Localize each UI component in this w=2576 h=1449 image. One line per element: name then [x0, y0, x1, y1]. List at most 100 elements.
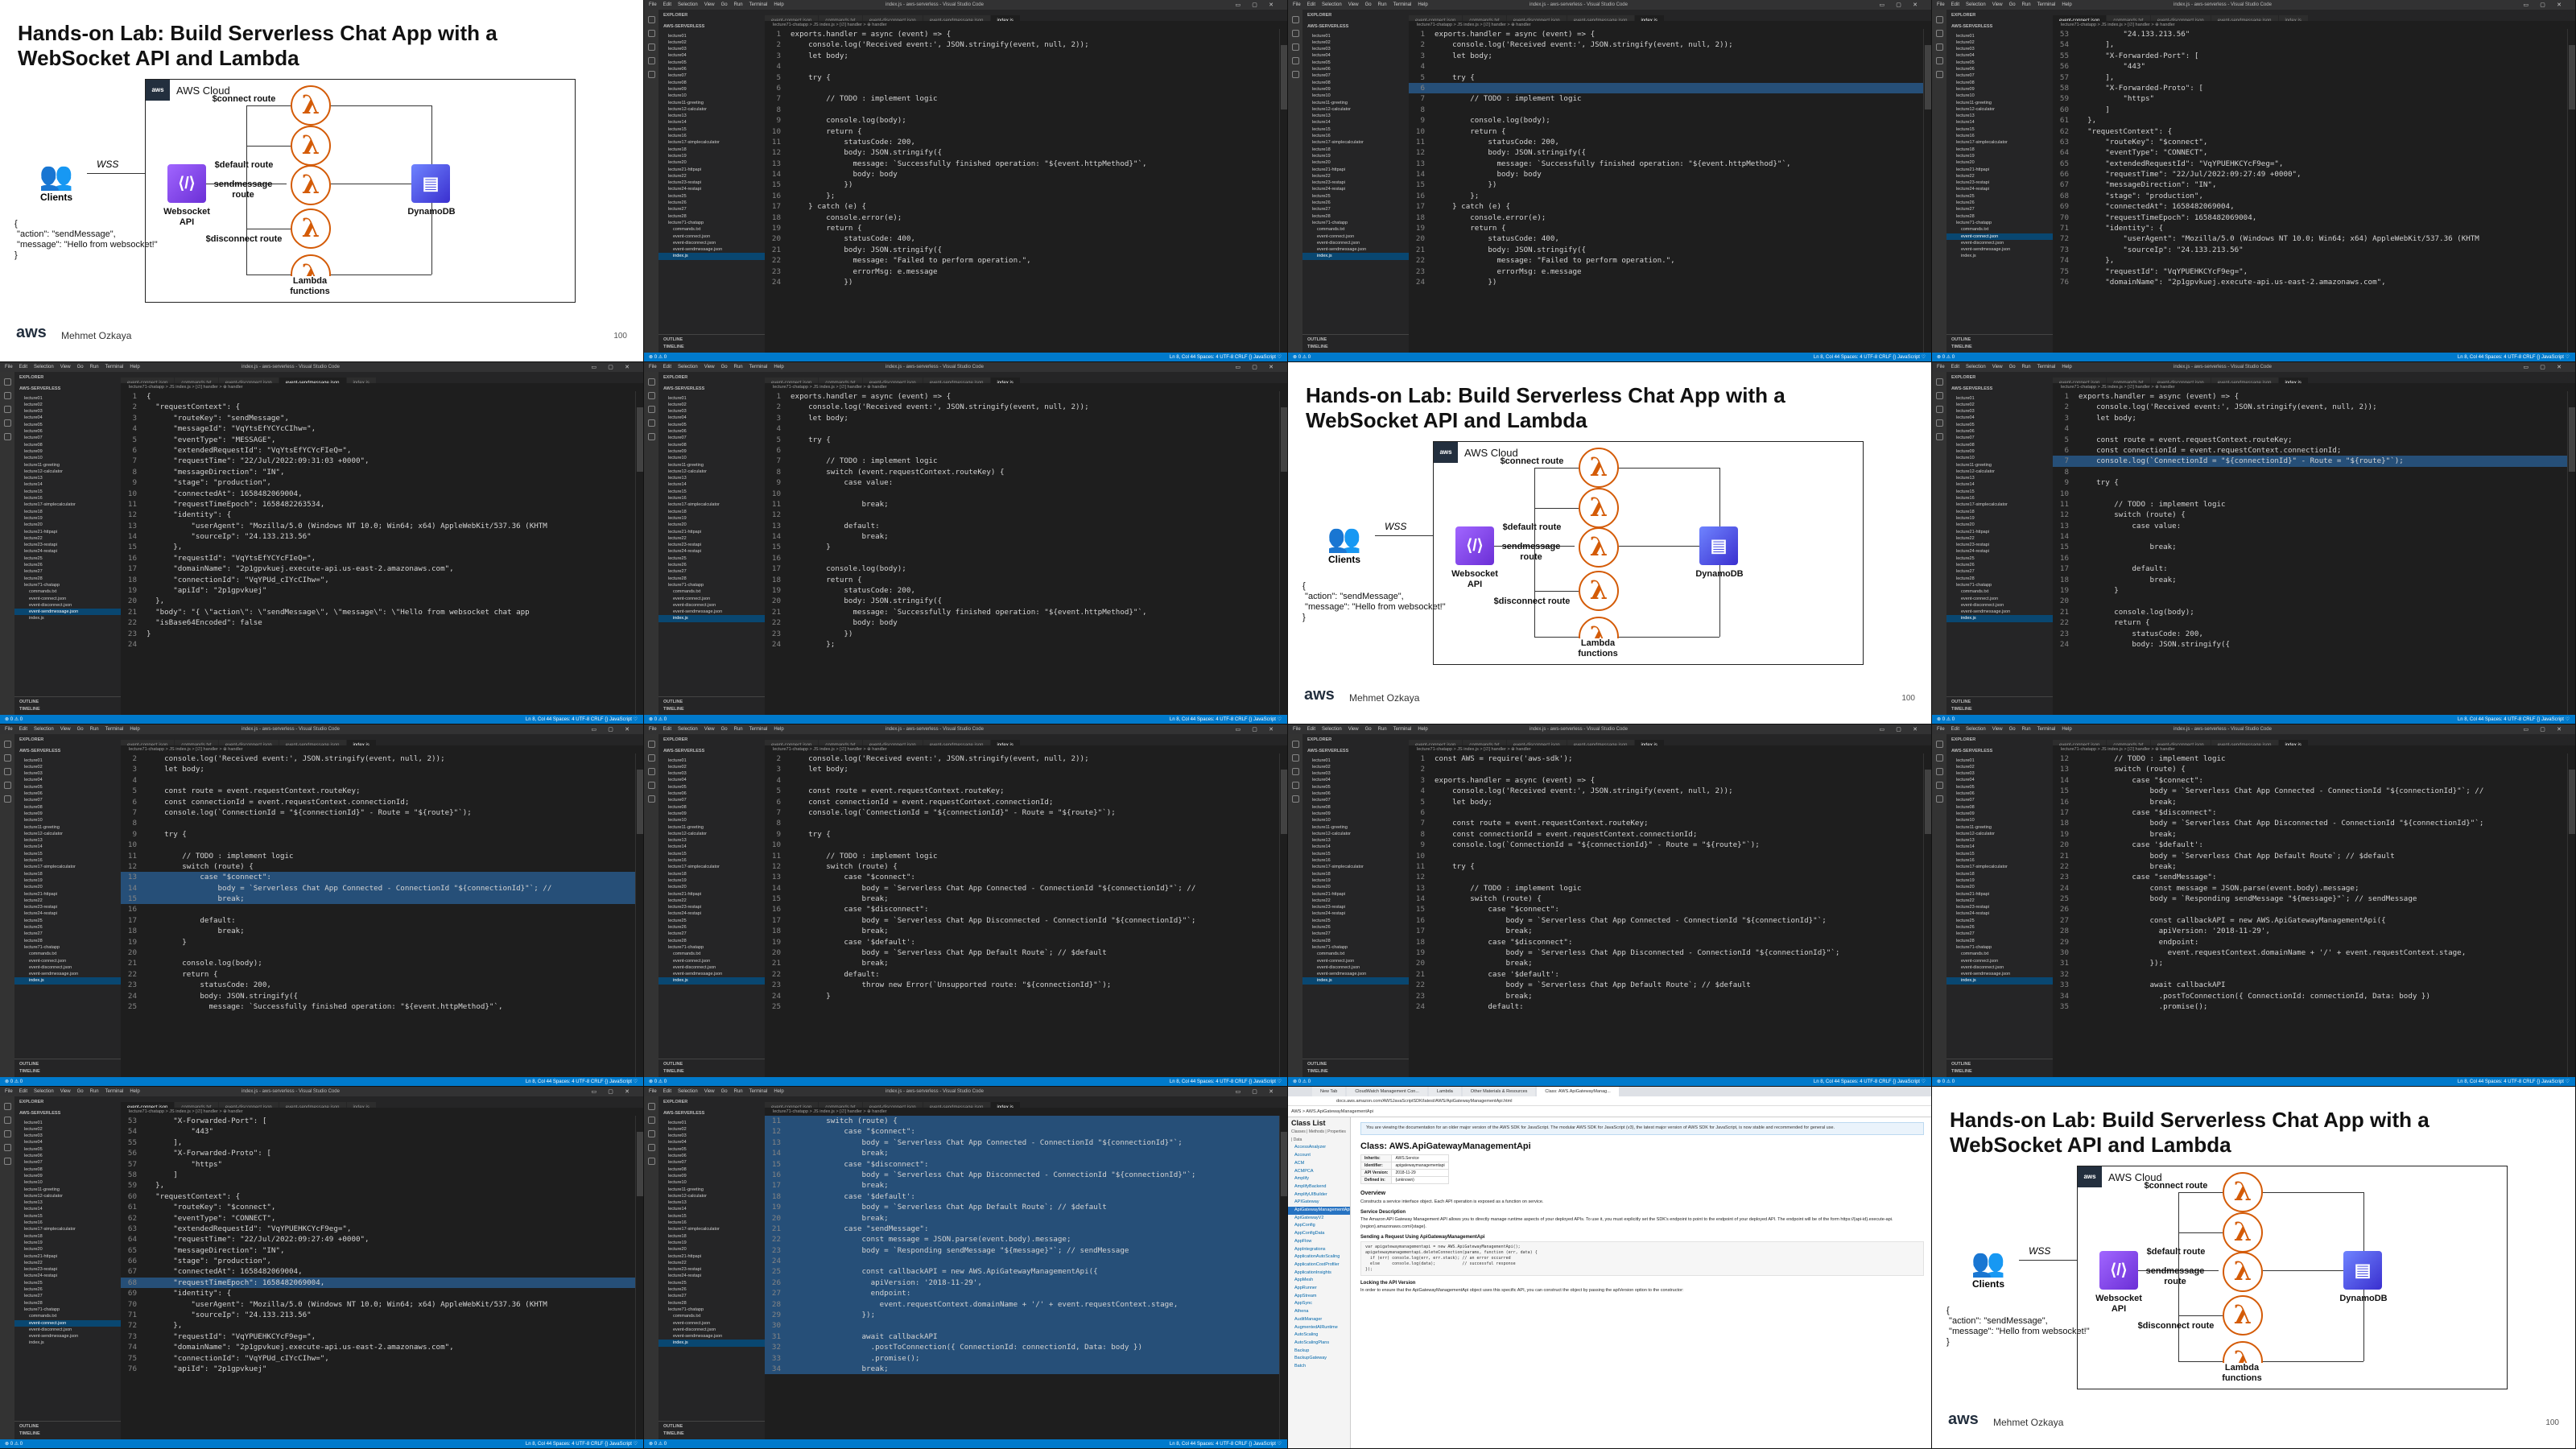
search-icon[interactable] [1291, 30, 1299, 37]
editor-tab[interactable]: commands.txt [175, 378, 219, 383]
folder-item[interactable]: lecture12-calculator [1302, 831, 1409, 837]
class-list-item[interactable]: APIGateway [1288, 1199, 1350, 1207]
browser-tab[interactable]: Other Materials & Resources [1462, 1087, 1536, 1096]
folder-item[interactable]: lecture04 [658, 1139, 765, 1146]
code-text[interactable]: "requestId": "VqYPUEHKCYcF9eg=", [2079, 267, 2248, 276]
folder-item[interactable]: lecture11-greeting [1302, 824, 1409, 831]
folder-item[interactable]: lecture28 [1946, 938, 2053, 944]
code-line[interactable]: 5 let body; [1409, 797, 1924, 807]
code-line[interactable]: 10 [121, 840, 636, 850]
folder-item[interactable]: lecture21-httpapi [658, 167, 765, 173]
code-text[interactable]: }); [791, 1311, 876, 1319]
code-text[interactable]: console.log(`ConnectionId = "${connectio… [791, 808, 1116, 817]
code-text[interactable]: "requestContext": { [147, 1192, 240, 1201]
code-line[interactable]: 6 const connectionId = event.requestCont… [2053, 445, 2568, 456]
code-line[interactable]: 21 case '$default': [1409, 969, 1924, 980]
code-text[interactable]: break; [791, 1214, 889, 1223]
code-text[interactable]: "extendedRequestId": "VqYPUEHKCYcF9eg=", [2079, 159, 2283, 168]
code-line[interactable]: 4 [765, 61, 1280, 72]
code-line[interactable]: 54 ], [2053, 39, 2568, 50]
menu-item[interactable]: View [1348, 2, 1359, 7]
browser-tab[interactable]: CloudWatch Management Con... [1347, 1087, 1427, 1096]
code-text[interactable]: try { [791, 436, 831, 444]
menu-item[interactable]: Run [90, 1089, 99, 1094]
folder-item[interactable]: lecture23-restapi [14, 542, 121, 548]
folder-item[interactable]: lecture12-calculator [658, 831, 765, 837]
code-line[interactable]: 7 console.log(`ConnectionId = "${connect… [765, 807, 1280, 818]
outline-section[interactable]: OUTLINE [1307, 1061, 1404, 1068]
code-text[interactable]: body = `Responding sendMessage "${messag… [2079, 894, 2417, 903]
doc-breadcrumb[interactable]: AWS > AWS.ApiGatewayManagementApi [1288, 1106, 1931, 1117]
folder-item[interactable]: lecture01 [1946, 395, 2053, 402]
folder-item[interactable]: lecture21-httpapi [658, 891, 765, 898]
scroll-thumb[interactable] [1925, 770, 1931, 834]
editor-tab[interactable]: event-disconnect.json [862, 378, 923, 383]
code-text[interactable]: break; [2079, 862, 2177, 871]
outline-section[interactable]: OUTLINE [19, 1061, 116, 1068]
menu-item[interactable]: Terminal [105, 727, 124, 732]
code-line[interactable]: 18 break; [2053, 575, 2568, 585]
file-item[interactable]: event-disconnect.json [1946, 964, 2053, 971]
code-line[interactable]: 13 case "$connect": [121, 872, 636, 883]
menu-item[interactable]: File [5, 365, 13, 369]
source-control-icon[interactable] [3, 406, 11, 413]
code-line[interactable]: 70 "userAgent": "Mozilla/5.0 (Windows NT… [121, 1299, 636, 1310]
folder-item[interactable]: lecture23-restapi [658, 542, 765, 548]
folder-item[interactable]: lecture24-restapi [14, 910, 121, 917]
run-debug-icon[interactable] [647, 782, 655, 789]
code-text[interactable]: "connectedAt": 1658482069004, [147, 1267, 302, 1276]
code-text[interactable]: "requestTimeEpoch": 1658482263534, [147, 500, 324, 509]
code-text[interactable]: "connectedAt": 1658482069004, [147, 489, 302, 498]
code-line[interactable]: 18 console.error(e); [1409, 213, 1924, 223]
code-line[interactable]: 67 "connectedAt": 1658482069004, [121, 1266, 636, 1277]
code-text[interactable]: body: body [1435, 170, 1541, 179]
code-editor[interactable]: 2 console.log('Received event:', JSON.st… [121, 753, 636, 1077]
code-line[interactable]: 9 try { [2053, 477, 2568, 488]
menu-item[interactable]: Terminal [1393, 2, 1412, 7]
code-line[interactable]: 11 try { [1409, 861, 1924, 872]
folder-item[interactable]: lecture02 [658, 764, 765, 770]
folder-item[interactable]: lecture16 [1946, 857, 2053, 864]
folder-item[interactable]: lecture06 [14, 1153, 121, 1159]
folder-item[interactable]: lecture24-restapi [658, 1273, 765, 1279]
menu-item[interactable]: Selection [1966, 2, 1986, 7]
code-text[interactable]: const route = event.requestContext.route… [2079, 436, 2292, 444]
code-line[interactable]: 73 "sourceIp": "24.133.213.56" [2053, 245, 2568, 255]
code-line[interactable]: 23 errorMsg: e.message [1409, 266, 1924, 277]
folder-item[interactable]: lecture03 [1946, 408, 2053, 415]
code-line[interactable]: 15 break; [121, 894, 636, 905]
code-line[interactable]: 16 }; [1409, 191, 1924, 201]
folder-item[interactable]: lecture20 [1946, 522, 2053, 528]
menu-item[interactable]: Help [1418, 2, 1427, 7]
code-line[interactable]: 74 "domainName": "2p1gpvkuej.execute-api… [121, 1342, 636, 1352]
folder-item[interactable]: lecture18 [14, 871, 121, 877]
folder-item[interactable]: lecture09 [14, 1173, 121, 1179]
code-line[interactable]: 33 .promise(); [765, 1352, 1280, 1364]
code-line[interactable]: 8 [765, 818, 1280, 828]
code-text[interactable]: "X-Forwarded-Proto": [ [2079, 84, 2203, 93]
breadcrumb[interactable]: lecture71-chatapp > JS index.js > [∅] ha… [2053, 383, 2575, 391]
code-text[interactable]: const connectionId = event.requestContex… [147, 798, 409, 807]
folder-item[interactable]: lecture06 [658, 66, 765, 72]
code-text[interactable]: case "$connect": [147, 873, 271, 881]
folder-item[interactable]: lecture15 [658, 126, 765, 133]
code-line[interactable]: 12 "identity": { [121, 510, 636, 520]
search-icon[interactable] [647, 754, 655, 762]
folder-item[interactable]: lecture21-httpapi [1302, 167, 1409, 173]
folder-item[interactable]: lecture13 [14, 837, 121, 844]
code-line[interactable]: 12 // TODO : implement logic [2053, 753, 2568, 764]
folder-item[interactable]: lecture71-chatapp [1302, 220, 1409, 226]
class-list-item[interactable]: AccessAnalyzer [1288, 1144, 1350, 1152]
code-text[interactable]: body = `Serverless Chat App Connected - … [147, 884, 552, 893]
code-text[interactable]: exports.handler = async (event) => { [791, 392, 951, 401]
editor-tab[interactable]: event-connect.json [765, 378, 819, 383]
code-text[interactable]: "eventType": "CONNECT", [147, 1214, 275, 1223]
code-line[interactable]: 6 "extendedRequestId": "VqYtsEfYCYcFIeQ=… [121, 445, 636, 456]
folder-item[interactable]: lecture23-restapi [658, 1266, 765, 1273]
folder-item[interactable]: lecture02 [1302, 764, 1409, 770]
code-line[interactable]: 16 break; [2053, 797, 2568, 807]
code-line[interactable]: 12 switch (route) { [121, 861, 636, 872]
menu-item[interactable]: Help [774, 365, 783, 369]
code-line[interactable]: 8 [121, 818, 636, 828]
folder-item[interactable]: lecture09 [1946, 448, 2053, 455]
